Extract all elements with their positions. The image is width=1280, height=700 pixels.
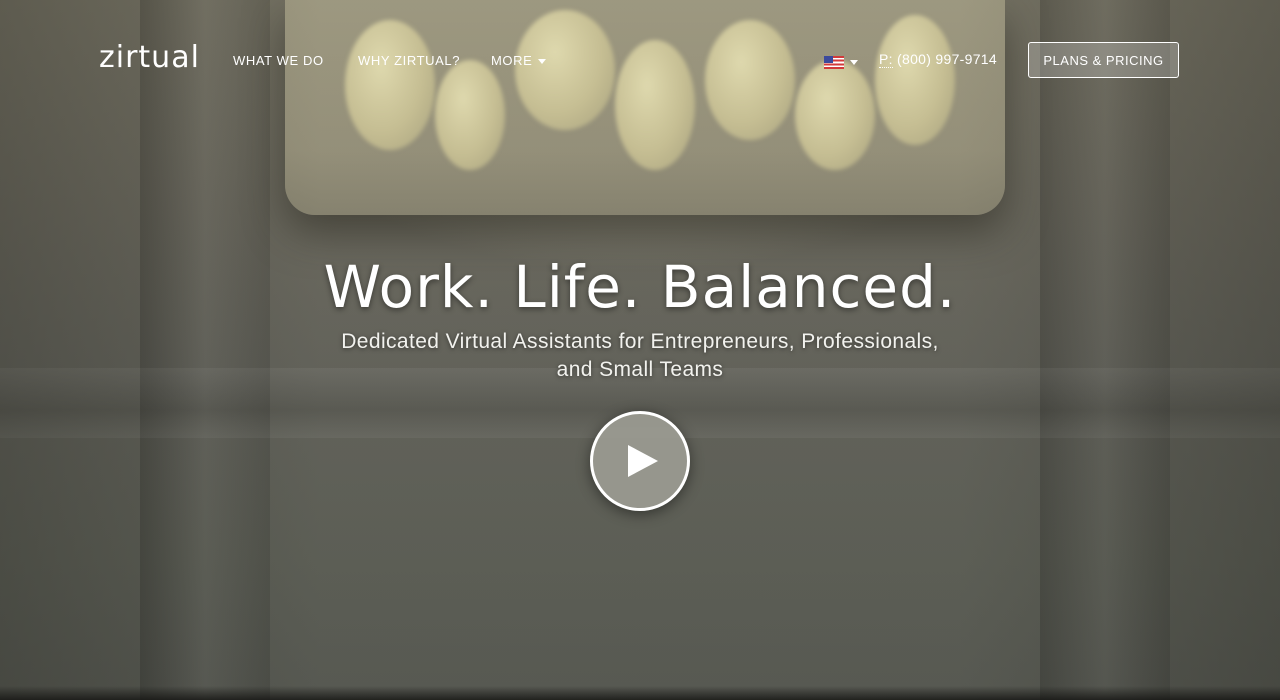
bottom-edge-shadow <box>0 686 1280 700</box>
play-icon <box>628 445 658 477</box>
hero-subheadline: Dedicated Virtual Assistants for Entrepr… <box>341 330 939 381</box>
hero-headline: Work. Life. Balanced. <box>323 253 957 321</box>
phone-number[interactable]: P: (800) 997-9714 <box>879 50 997 68</box>
nav-what-we-do-link[interactable]: WHAT WE DO <box>233 52 324 70</box>
locale-selector[interactable] <box>824 54 864 70</box>
nav-why-zirtual-link[interactable]: WHY ZIRTUAL? <box>358 52 460 70</box>
phone-prefix: P: <box>879 51 893 68</box>
play-video-button[interactable] <box>590 411 690 511</box>
phone-digits: (800) 997-9714 <box>897 51 997 67</box>
plans-pricing-button[interactable]: PLANS & PRICING <box>1028 42 1179 78</box>
top-navigation: zirtual WHAT WE DO WHY ZIRTUAL? MORE P: … <box>0 0 1280 120</box>
chevron-down-icon <box>850 59 858 65</box>
nav-more-dropdown[interactable]: MORE <box>491 52 547 70</box>
us-flag-icon <box>824 55 844 69</box>
zirtual-logo[interactable]: zirtual <box>99 38 200 78</box>
nav-more-label: MORE <box>491 53 533 68</box>
chevron-down-icon <box>538 59 547 65</box>
